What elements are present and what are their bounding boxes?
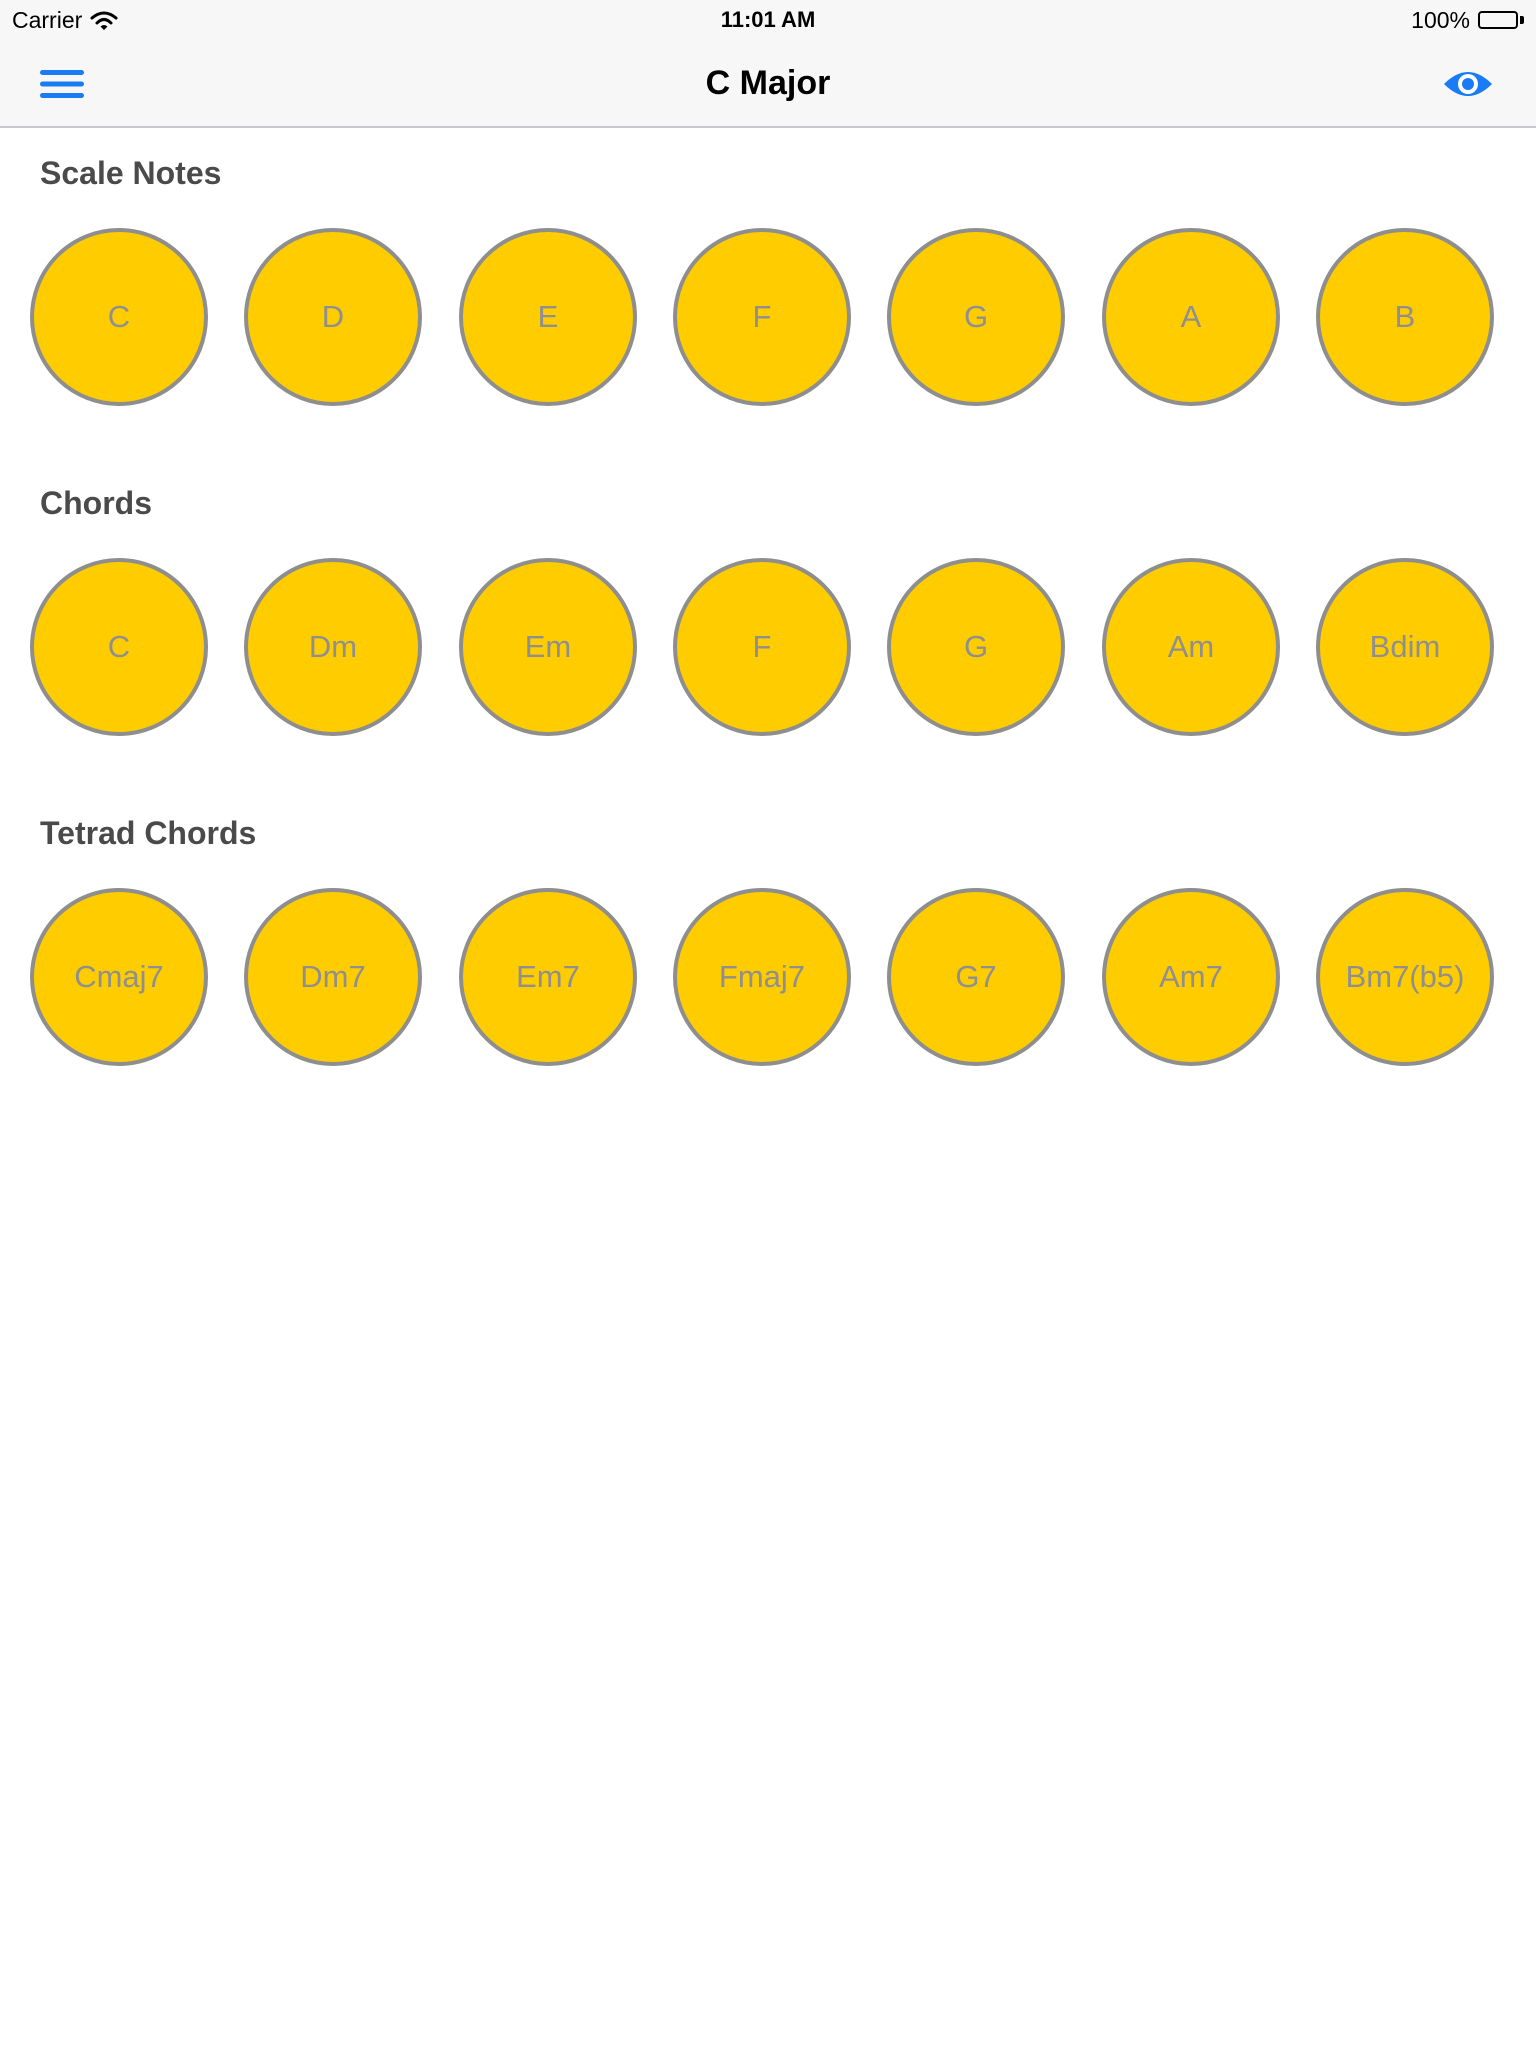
note-button[interactable]: B (1316, 228, 1494, 406)
tetrad-chord-button[interactable]: Am7 (1102, 888, 1280, 1066)
visibility-button[interactable] (1440, 62, 1496, 106)
tetrad-chord-button[interactable]: Em7 (459, 888, 637, 1066)
tetrad-chord-button[interactable]: Bm7(b5) (1316, 888, 1494, 1066)
tetrad-chord-button[interactable]: Cmaj7 (30, 888, 208, 1066)
tetrad-chord-button[interactable]: Dm7 (244, 888, 422, 1066)
status-right: 100% (1411, 7, 1524, 34)
chord-button[interactable]: C (30, 558, 208, 736)
tetrad-chord-button[interactable]: G7 (887, 888, 1065, 1066)
section-title-chords: Chords (40, 485, 152, 521)
note-button[interactable]: E (459, 228, 637, 406)
note-button[interactable]: D (244, 228, 422, 406)
note-button[interactable]: C (30, 228, 208, 406)
menu-button[interactable] (36, 62, 88, 106)
chord-button[interactable]: Bdim (1316, 558, 1494, 736)
nav-bar: C Major (0, 40, 1536, 128)
page-title: C Major (705, 64, 831, 102)
status-time: 11:01 AM (720, 7, 816, 32)
chord-button[interactable]: F (673, 558, 851, 736)
note-button[interactable]: F (673, 228, 851, 406)
chord-button[interactable]: G (887, 558, 1065, 736)
note-button[interactable]: G (887, 228, 1065, 406)
section-title-tetrad-chords: Tetrad Chords (40, 815, 257, 851)
status-bar: Carrier 11:01 AM 100% (0, 0, 1536, 40)
chord-button[interactable]: Am (1102, 558, 1280, 736)
chord-button[interactable]: Dm (244, 558, 422, 736)
section-title-scale-notes: Scale Notes (40, 155, 222, 191)
note-button[interactable]: A (1102, 228, 1280, 406)
battery-icon (1478, 10, 1524, 31)
eye-icon (1444, 72, 1492, 96)
battery-percent: 100% (1411, 7, 1470, 33)
menu-icon (40, 70, 84, 98)
chord-button[interactable]: Em (459, 558, 637, 736)
tetrad-chord-button[interactable]: Fmaj7 (673, 888, 851, 1066)
